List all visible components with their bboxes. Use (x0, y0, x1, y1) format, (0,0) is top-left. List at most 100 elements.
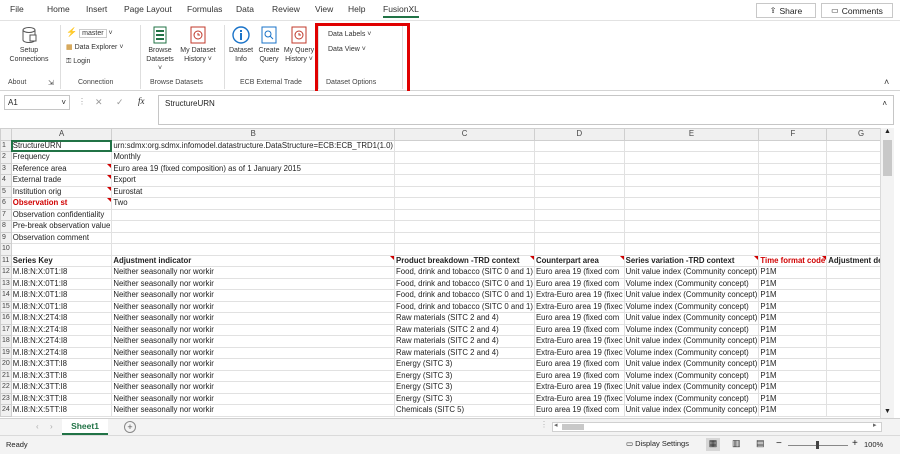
cell[interactable]: Euro area 19 (fixed com (533, 358, 625, 371)
menu-help[interactable]: Help (348, 4, 365, 14)
share-button[interactable]: ⇪ Share (756, 3, 816, 18)
cell[interactable]: M.I8:N:X:3TT:I8 (10, 369, 113, 382)
cell[interactable] (758, 185, 828, 198)
row-header[interactable]: 3 (0, 162, 12, 175)
cancel-icon[interactable]: ✕ (95, 97, 103, 108)
cell[interactable]: Euro area 19 (fixed com (533, 312, 625, 325)
collapse-ribbon-icon[interactable]: ˄ (884, 77, 889, 87)
cell[interactable]: Adjustment indicator (111, 254, 396, 267)
cell[interactable] (394, 185, 535, 198)
cell[interactable]: Volume index (Community concept) (623, 392, 760, 405)
cell[interactable]: Euro area 19 (fixed com (533, 369, 625, 382)
cell[interactable]: Energy (SITC 3) (394, 358, 535, 371)
next-sheet-icon[interactable]: › (50, 422, 53, 431)
cell[interactable]: Euro area 19 (fixed com (533, 266, 625, 279)
zoom-out-button[interactable]: − (776, 438, 782, 449)
cell[interactable] (826, 277, 880, 290)
menu-review[interactable]: Review (272, 4, 300, 14)
add-sheet-button[interactable]: + (124, 421, 136, 433)
comments-button[interactable]: ▭ Comments (821, 3, 893, 18)
cell[interactable] (394, 174, 535, 187)
cell[interactable]: Neither seasonally nor workir (111, 277, 396, 290)
cell[interactable]: Volume index (Community concept) (623, 369, 760, 382)
cell[interactable] (111, 243, 396, 256)
cell[interactable]: Neither seasonally nor workir (111, 266, 396, 279)
cell[interactable]: Frequency (10, 151, 113, 164)
cell[interactable] (758, 174, 828, 187)
cell[interactable]: M.I8:N:X:3TT:I8 (10, 381, 113, 394)
cell[interactable]: Extra-Euro area 19 (fixec (533, 289, 625, 302)
cell[interactable]: Energy (SITC 3) (394, 381, 535, 394)
menu-view[interactable]: View (315, 4, 333, 14)
branch-dropdown[interactable]: ⚡ master ˅ (66, 27, 113, 38)
row-header[interactable]: 7 (0, 208, 12, 221)
vertical-scrollbar[interactable]: ▲ ▼ (880, 128, 894, 418)
cell[interactable] (623, 174, 760, 187)
cell[interactable]: Unit value index (Community concept) (623, 381, 760, 394)
cell[interactable] (394, 197, 535, 210)
cell[interactable]: Unit value index (Community concept) (623, 312, 760, 325)
cell[interactable]: Neither seasonally nor workir (111, 346, 396, 359)
cell[interactable]: Extra-Euro area 19 (fixec (533, 346, 625, 359)
row-header[interactable]: 9 (0, 231, 12, 244)
dataset-info-button[interactable]: Dataset Info (226, 26, 256, 64)
cell[interactable] (623, 220, 760, 233)
cell[interactable]: Adjustment detail (826, 254, 880, 267)
cell[interactable] (826, 381, 880, 394)
cell[interactable]: Food, drink and tobacco (SITC 0 and 1) (394, 277, 535, 290)
row-header[interactable]: 15 (0, 300, 12, 313)
cell[interactable]: P1M (758, 392, 828, 405)
scroll-right-icon[interactable]: ▸ (873, 421, 877, 429)
column-header[interactable]: E (623, 128, 760, 141)
cell[interactable] (533, 220, 625, 233)
cell[interactable] (533, 151, 625, 164)
my-query-history-button[interactable]: My Query History ˅ (282, 26, 316, 64)
cell[interactable] (826, 358, 880, 371)
cell[interactable] (533, 197, 625, 210)
cell[interactable] (533, 208, 625, 221)
cell[interactable]: P1M (758, 404, 828, 417)
cell[interactable]: M.I8:N:X:2T4:I8 (10, 346, 113, 359)
cell[interactable] (758, 208, 828, 221)
cell[interactable]: Counterpart area (533, 254, 625, 267)
cell[interactable] (826, 174, 880, 187)
cell[interactable] (623, 243, 760, 256)
cell[interactable] (826, 185, 880, 198)
zoom-level[interactable]: 100% (864, 440, 883, 449)
cell[interactable] (623, 197, 760, 210)
menu-page-layout[interactable]: Page Layout (124, 4, 172, 14)
scroll-up-icon[interactable]: ▲ (884, 128, 891, 135)
cell[interactable] (394, 162, 535, 175)
cell[interactable]: Raw materials (SITC 2 and 4) (394, 335, 535, 348)
menu-file[interactable]: File (10, 4, 24, 14)
cell[interactable]: Export (111, 174, 396, 187)
cell[interactable] (758, 197, 828, 210)
cell[interactable]: Euro area 19 (fixed com (533, 277, 625, 290)
cell[interactable]: M.I8:N:X:2T4:I8 (10, 323, 113, 336)
cell[interactable]: Unit value index (Community concept) (623, 266, 760, 279)
enter-icon[interactable]: ✓ (116, 97, 124, 108)
cell[interactable] (826, 220, 880, 233)
cell[interactable] (826, 289, 880, 302)
cell[interactable]: Neither seasonally nor workir (111, 392, 396, 405)
cell[interactable]: External trade (10, 174, 113, 187)
cell[interactable]: P1M (758, 346, 828, 359)
menu-fusionxl[interactable]: FusionXL (383, 4, 419, 18)
row-header[interactable]: 21 (0, 369, 12, 382)
cell[interactable] (623, 208, 760, 221)
cell[interactable]: Neither seasonally nor workir (111, 323, 396, 336)
cell[interactable] (826, 266, 880, 279)
cell[interactable]: Unit value index (Community concept) (623, 404, 760, 417)
scroll-down-icon[interactable]: ▼ (884, 408, 891, 415)
cell[interactable]: Two (111, 197, 396, 210)
cell[interactable]: Reference area (10, 162, 113, 175)
formula-input[interactable]: StructureURN ˄ (158, 95, 894, 125)
horizontal-scrollbar[interactable]: ◂ ▸ (552, 422, 882, 432)
my-dataset-history-button[interactable]: My Dataset History ˅ (178, 26, 218, 64)
column-header[interactable]: A (10, 128, 113, 141)
cell[interactable] (533, 185, 625, 198)
row-header[interactable]: 16 (0, 312, 12, 325)
column-header[interactable]: F (758, 128, 828, 141)
cell[interactable]: Extra-Euro area 19 (fixec (533, 381, 625, 394)
row-header[interactable]: 17 (0, 323, 12, 336)
